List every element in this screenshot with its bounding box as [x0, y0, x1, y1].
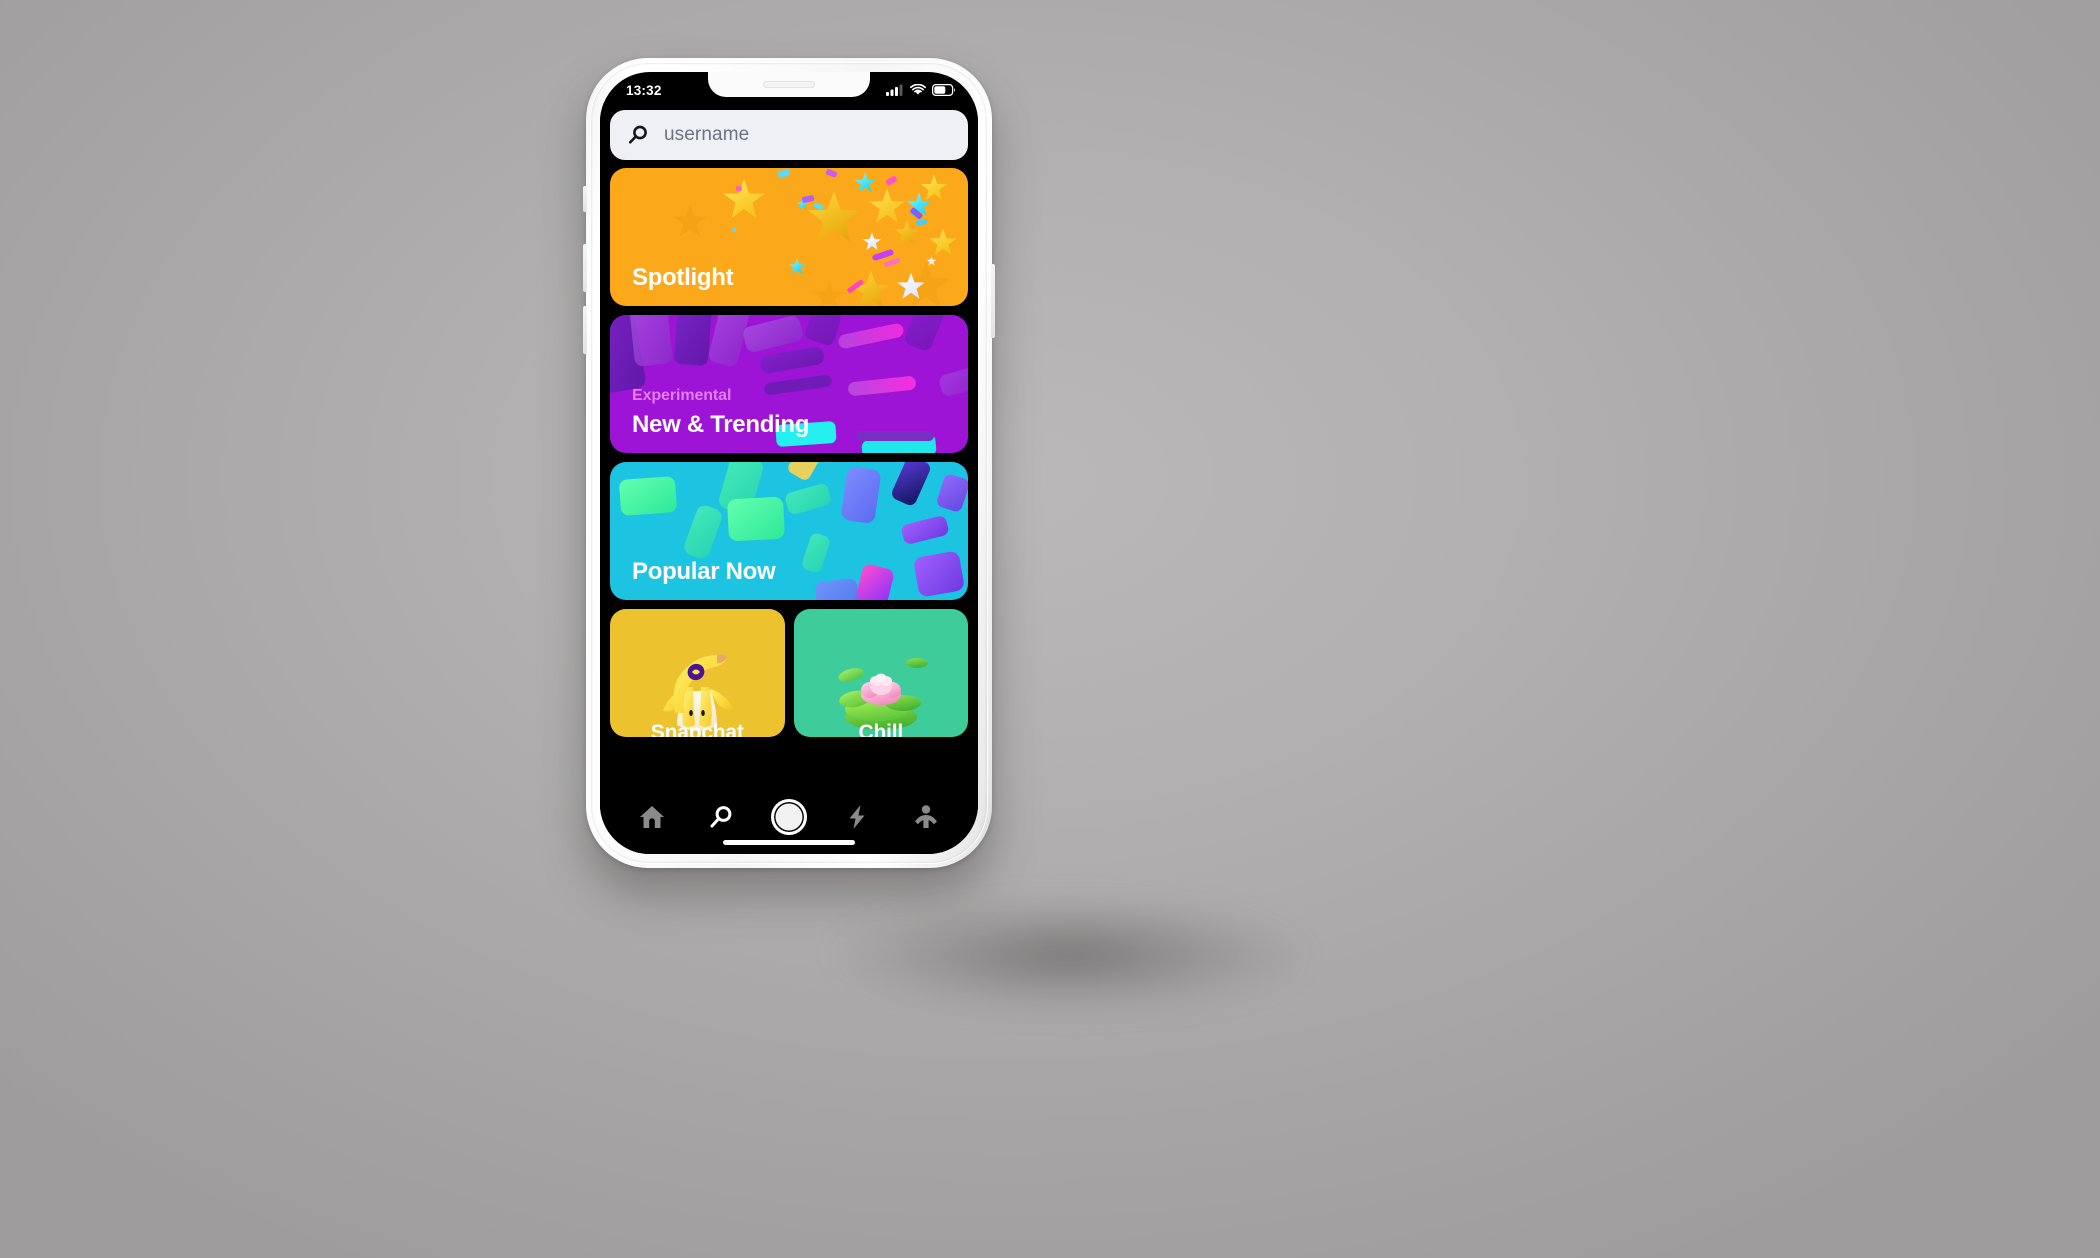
nav-item-stories[interactable] [834, 794, 880, 840]
nav-item-friends[interactable] [903, 794, 949, 840]
card-chill[interactable]: Chill [793, 609, 968, 737]
wifi-icon [910, 84, 926, 95]
volume-down-button[interactable] [583, 306, 587, 354]
nav-item-discover[interactable] [698, 794, 744, 840]
card-spotlight[interactable]: Spotlight [610, 168, 968, 306]
volume-up-button[interactable] [583, 244, 587, 292]
card-popular-now[interactable]: Popular Now [610, 462, 968, 600]
status-icons [886, 84, 956, 96]
card-spotlight-label: Spotlight [632, 263, 734, 291]
card-popular-label: Popular Now [632, 557, 776, 585]
home-indicator [723, 840, 855, 845]
status-time: 13:32 [626, 82, 662, 98]
home-icon [640, 806, 665, 828]
silent-switch-button[interactable] [583, 186, 587, 212]
card-pair-row: Snapchat Chill [610, 609, 968, 737]
power-button[interactable] [991, 264, 995, 338]
category-card-list: Spotlight Experimental New & Trending Po… [600, 168, 978, 780]
card-new-and-trending[interactable]: Experimental New & Trending [610, 315, 968, 453]
cellular-signal-icon [886, 84, 903, 96]
nav-item-home[interactable] [629, 794, 675, 840]
search-icon [629, 125, 647, 144]
lightning-icon [849, 805, 865, 829]
card-trending-kicker: Experimental [632, 387, 732, 404]
card-banana[interactable]: Snapchat [610, 609, 785, 737]
search-icon [710, 806, 731, 828]
card-banana-label: Snapchat [650, 721, 744, 737]
notch [708, 72, 870, 97]
earpiece-speaker-icon [763, 81, 815, 88]
search-input[interactable]: username [610, 110, 968, 160]
battery-icon [932, 84, 956, 96]
person-icon [914, 805, 937, 828]
phone-frame: 13:32 username Spotlight Experimental Ne… [583, 58, 995, 868]
card-chill-label: Chill [858, 721, 904, 737]
nav-item-camera[interactable] [766, 794, 812, 840]
phone-drop-shadow [760, 880, 1380, 1030]
card-trending-label: New & Trending [632, 410, 810, 438]
phone-screen: 13:32 username Spotlight Experimental Ne… [600, 72, 978, 854]
app-root: username Spotlight Experimental New & Tr… [600, 102, 978, 854]
search-placeholder: username [664, 124, 750, 145]
shutter-icon [770, 799, 807, 835]
